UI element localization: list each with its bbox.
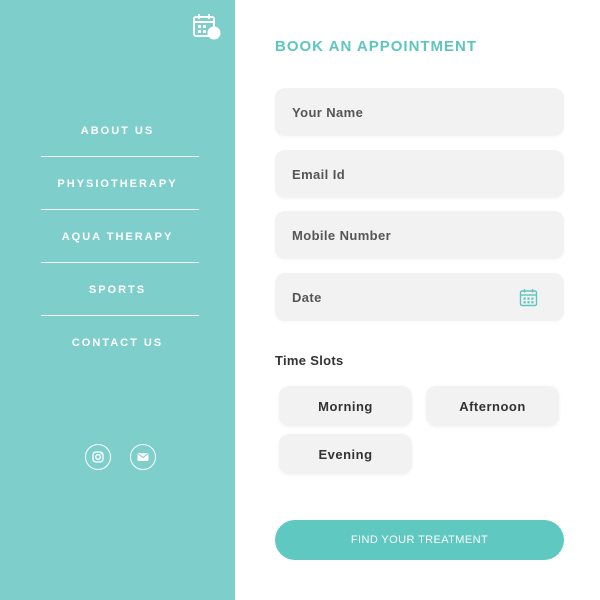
slot-evening-button[interactable]: Evening <box>279 434 412 474</box>
slot-afternoon-button[interactable]: Afternoon <box>426 386 559 426</box>
booking-panel: BOOK AN APPOINTMENT Time Slots Morning A… <box>235 0 600 600</box>
nav-item-sports[interactable]: SPORTS <box>0 263 235 316</box>
nav-item-label: AQUA THERAPY <box>61 230 174 243</box>
email-input[interactable] <box>275 150 564 198</box>
calendar-icon[interactable] <box>519 288 538 307</box>
instagram-icon <box>92 451 104 463</box>
page-title: BOOK AN APPOINTMENT <box>275 38 478 55</box>
sidebar-nav: ABOUT US PHYSIOTHERAPY AQUA THERAPY SPOR… <box>0 104 235 369</box>
slot-morning-button[interactable]: Morning <box>279 386 412 426</box>
find-treatment-button[interactable]: FIND YOUR TREATMENT <box>275 520 564 560</box>
calendar-icon[interactable] <box>192 13 222 43</box>
instagram-link[interactable] <box>85 444 111 470</box>
time-slots-label: Time Slots <box>275 353 344 368</box>
nav-item-label: CONTACT US <box>71 336 164 349</box>
nav-item-about-us[interactable]: ABOUT US <box>0 104 235 157</box>
name-input[interactable] <box>275 88 564 136</box>
email-link[interactable] <box>130 444 156 470</box>
nav-item-label: ABOUT US <box>80 124 155 137</box>
sidebar: ABOUT US PHYSIOTHERAPY AQUA THERAPY SPOR… <box>0 0 235 600</box>
nav-item-label: PHYSIOTHERAPY <box>57 177 178 190</box>
nav-item-aqua-therapy[interactable]: AQUA THERAPY <box>0 210 235 263</box>
email-icon <box>137 453 149 461</box>
nav-item-contact-us[interactable]: CONTACT US <box>0 316 235 369</box>
nav-item-physiotherapy[interactable]: PHYSIOTHERAPY <box>0 157 235 210</box>
mobile-input[interactable] <box>275 211 564 259</box>
social-links <box>85 444 156 470</box>
date-field <box>275 273 564 321</box>
nav-item-label: SPORTS <box>88 283 147 296</box>
